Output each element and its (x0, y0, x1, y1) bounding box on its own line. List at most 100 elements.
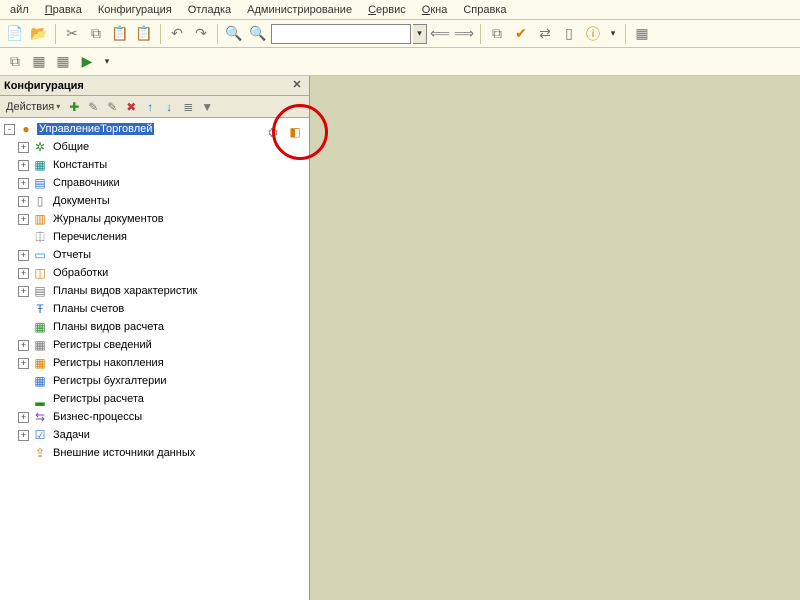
tree-item[interactable]: +▤Справочники (0, 174, 309, 192)
tree-item-label: Задачи (51, 429, 92, 441)
expand-icon[interactable]: + (18, 358, 29, 369)
tree-item[interactable]: ⎅Перечисления (0, 228, 309, 246)
expand-icon[interactable]: + (18, 268, 29, 279)
tree-root[interactable]: - ● УправлениеТорговлей (0, 120, 309, 138)
menu-edit[interactable]: Правка (37, 2, 90, 18)
open-folder-icon[interactable]: 📂 (28, 23, 50, 45)
actions-button[interactable]: Действия▾ (2, 101, 64, 113)
tree-item[interactable]: ▦Планы видов расчета (0, 318, 309, 336)
move-down-icon[interactable]: ↓ (160, 98, 178, 116)
find-config-icon[interactable]: 🔍 (223, 23, 245, 45)
edit-icon[interactable]: ✎ (103, 98, 121, 116)
search-input[interactable] (271, 24, 411, 44)
tree-item[interactable]: +▥Журналы документов (0, 210, 309, 228)
new-file-icon[interactable]: 📄 (4, 23, 26, 45)
tree-item-icon: ◫ (32, 265, 48, 281)
menu-config[interactable]: Конфигурация (90, 2, 180, 18)
redo-icon[interactable]: ↷ (190, 23, 212, 45)
sort-icon[interactable]: ≣ (179, 98, 197, 116)
config-tree[interactable]: - ● УправлениеТорговлей +✲Общие+▦Констан… (0, 118, 309, 600)
tree-item[interactable]: +◫Обработки (0, 264, 309, 282)
separator (160, 24, 161, 44)
expand-icon[interactable]: + (18, 214, 29, 225)
tree-item-label: Регистры бухгалтерии (51, 375, 169, 387)
tree-item[interactable]: +⇆Бизнес-процессы (0, 408, 309, 426)
tree-item[interactable]: +▤Планы видов характеристик (0, 282, 309, 300)
start-dropdown-icon[interactable]: ▾ (100, 52, 114, 72)
cut-icon[interactable]: ✂ (61, 23, 83, 45)
compare-icon[interactable]: ⇄ (534, 23, 556, 45)
undo-icon[interactable]: ↶ (166, 23, 188, 45)
expand-icon[interactable]: + (18, 142, 29, 153)
tree-item[interactable]: ▂Регистры расчета (0, 390, 309, 408)
tree-item-label: Общие (51, 141, 91, 153)
add-icon[interactable]: ✚ (65, 98, 83, 116)
toolbar-debug: ⧉ ▦ ▦ ▶ ▾ (0, 48, 800, 76)
tree-item-label: Бизнес-процессы (51, 411, 144, 423)
tree-item[interactable]: +✲Общие (0, 138, 309, 156)
expand-icon[interactable]: - (4, 124, 15, 135)
expand-icon[interactable]: + (18, 430, 29, 441)
config-panel: Конфигурация ✕ Действия▾ ✚ ✎ ✎ ✖ ↑ ↓ ≣ ▼… (0, 76, 310, 600)
move-up-icon[interactable]: ↑ (141, 98, 159, 116)
doc-icon[interactable]: ▯ (558, 23, 580, 45)
menu-debug[interactable]: Отладка (180, 2, 239, 18)
tree-item[interactable]: +☑Задачи (0, 426, 309, 444)
expand-icon (18, 448, 29, 459)
paste-special-icon[interactable]: 📋 (133, 23, 155, 45)
menu-service[interactable]: Сервис (360, 2, 414, 18)
calendar-icon[interactable]: ▦ (631, 23, 653, 45)
delete-icon[interactable]: ✖ (122, 98, 140, 116)
tree-root-label: УправлениеТорговлей (37, 123, 154, 135)
expand-icon[interactable]: + (18, 412, 29, 423)
tree-item[interactable]: +▦Константы (0, 156, 309, 174)
separator (217, 24, 218, 44)
debug-vars-icon[interactable]: ▦ (28, 51, 50, 73)
info-dropdown-icon[interactable]: ▾ (606, 24, 620, 44)
expand-icon[interactable]: + (18, 250, 29, 261)
expand-icon[interactable]: + (18, 160, 29, 171)
tree-item[interactable]: +▭Отчеты (0, 246, 309, 264)
tree-item-label: Перечисления (51, 231, 129, 243)
expand-icon (18, 232, 29, 243)
search-icon[interactable]: 🔍 (247, 23, 269, 45)
tree-item[interactable]: ⇪Внешние источники данных (0, 444, 309, 462)
expand-icon[interactable]: + (18, 286, 29, 297)
root-icon: ● (18, 121, 34, 137)
wand-icon[interactable]: ✎ (84, 98, 102, 116)
menu-windows[interactable]: Окна (414, 2, 456, 18)
expand-icon[interactable]: + (18, 196, 29, 207)
expand-icon[interactable]: + (18, 340, 29, 351)
tree-item-icon: ☑ (32, 427, 48, 443)
debug-stack-icon[interactable]: ⧉ (4, 51, 26, 73)
tree-item-icon: ▦ (32, 337, 48, 353)
debug-grid-icon[interactable]: ▦ (52, 51, 74, 73)
copy-icon[interactable]: ⧉ (85, 23, 107, 45)
menu-admin[interactable]: Администрирование (239, 2, 360, 18)
expand-icon[interactable]: + (18, 178, 29, 189)
separator (55, 24, 56, 44)
paste-icon[interactable]: 📋 (109, 23, 131, 45)
nav-fwd-icon[interactable]: ⟹ (453, 23, 475, 45)
tree-item[interactable]: ŦПланы счетов (0, 300, 309, 318)
tree-item[interactable]: +▦Регистры сведений (0, 336, 309, 354)
separator (625, 24, 626, 44)
start-debug-icon[interactable]: ▶ (76, 51, 98, 73)
nav-back-icon[interactable]: ⟸ (429, 23, 451, 45)
copy-object-icon[interactable]: ⧉ (486, 23, 508, 45)
search-dropdown-icon[interactable]: ▾ (413, 24, 427, 44)
tree-item-label: Отчеты (51, 249, 93, 261)
tree-item-icon: ✲ (32, 139, 48, 155)
tree-item[interactable]: ▦Регистры бухгалтерии (0, 372, 309, 390)
tree-item-icon: ▭ (32, 247, 48, 263)
tree-item-icon: ▥ (32, 211, 48, 227)
menu-help[interactable]: Справка (455, 2, 514, 18)
panel-close-icon[interactable]: ✕ (289, 78, 305, 94)
menu-file[interactable]: айл (2, 2, 37, 18)
tree-item-icon: ▦ (32, 373, 48, 389)
info-icon[interactable]: ⓘ (582, 23, 604, 45)
tree-item[interactable]: +▯Документы (0, 192, 309, 210)
filter-icon[interactable]: ▼ (198, 98, 216, 116)
syntax-check-icon[interactable]: ✔ (510, 23, 532, 45)
tree-item[interactable]: +▦Регистры накопления (0, 354, 309, 372)
